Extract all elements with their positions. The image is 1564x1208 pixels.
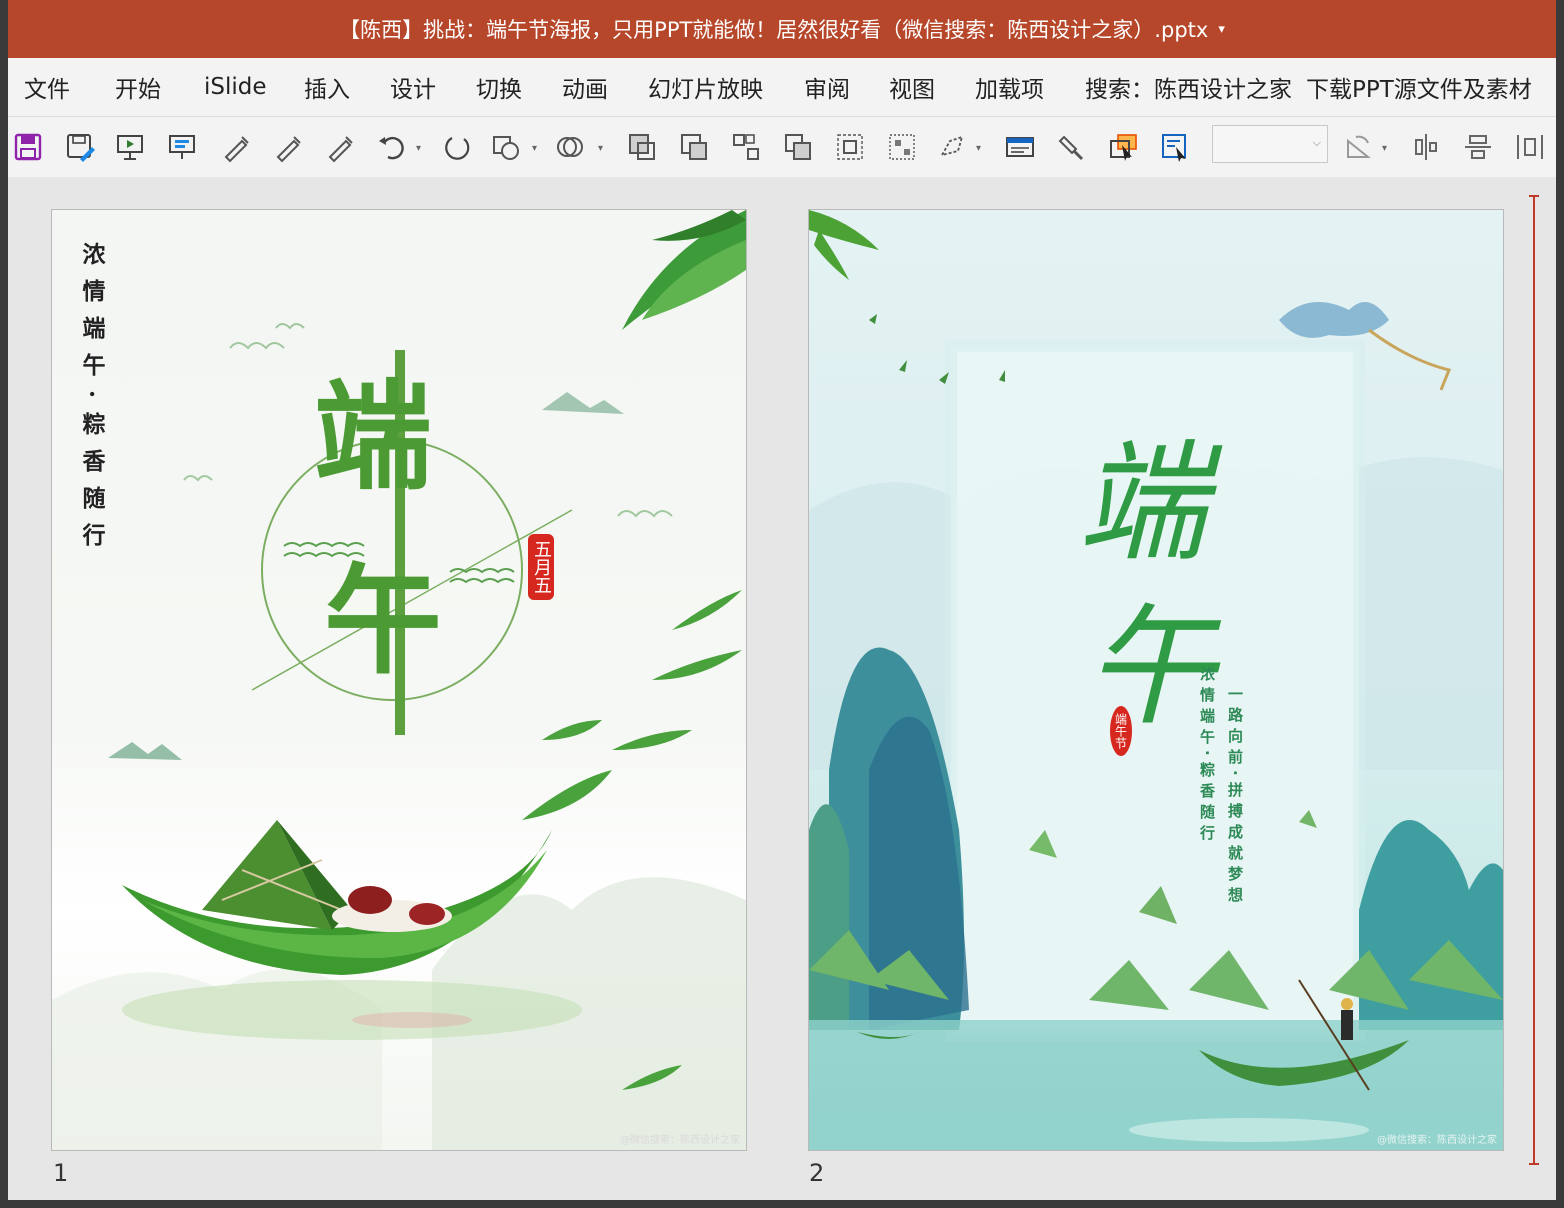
shape-dropdown-icon[interactable]: ▾ xyxy=(532,143,537,154)
undo-dropdown-icon[interactable]: ▾ xyxy=(416,143,421,154)
save-as-icon[interactable] xyxy=(64,131,96,163)
slide-number-2: 2 xyxy=(809,1159,825,1187)
textbox-icon[interactable] xyxy=(1004,131,1036,163)
eraser-icon[interactable] xyxy=(324,131,356,163)
slide-1-seal: 五月五 xyxy=(528,534,554,600)
tab-islide[interactable]: iSlide xyxy=(204,74,267,100)
title-bar[interactable]: 【陈西】挑战：端午节海报，只用PPT就能做！居然很好看（微信搜索：陈西设计之家）… xyxy=(8,0,1556,58)
rotate-icon[interactable] xyxy=(1342,131,1374,163)
ribbon-tabs: 文件 开始 iSlide 插入 设计 切换 动画 幻灯片放映 审阅 视图 加载项… xyxy=(8,58,1556,116)
selection-pane-icon[interactable] xyxy=(1160,131,1192,163)
slide-2-poem-line-2: 一路向前·拼搏成就梦想 xyxy=(1226,686,1244,908)
slide-1-watermark: @微信搜索：陈西设计之家 xyxy=(620,1135,740,1146)
redo-icon[interactable] xyxy=(442,131,474,163)
distribute-h-icon[interactable] xyxy=(1514,131,1546,163)
merge-shapes-icon[interactable] xyxy=(554,131,586,163)
save-icon[interactable] xyxy=(12,131,44,163)
slide-sorter: 浓情端午·粽香随行 端 午 五月五 @微信搜索：陈西设计之家 1 端 午 端午节… xyxy=(8,177,1556,1200)
slide-number-1: 1 xyxy=(53,1159,69,1187)
align-center-icon[interactable] xyxy=(1410,131,1442,163)
tab-animations[interactable]: 动画 xyxy=(562,70,608,104)
tab-search-promo[interactable]: 搜索：陈西设计之家 xyxy=(1085,70,1292,104)
slide-1-title-wu: 午 xyxy=(324,551,443,690)
present-icon[interactable] xyxy=(114,131,146,163)
crop-dropdown-icon[interactable]: ▾ xyxy=(976,143,981,154)
tab-design[interactable]: 设计 xyxy=(390,70,436,104)
highlighter-icon[interactable] xyxy=(272,131,304,163)
document-title: 【陈西】挑战：端午节海报，只用PPT就能做！居然很好看（微信搜索：陈西设计之家）… xyxy=(339,18,1209,42)
slide-2-poem-line-1: 浓情端午·粽香随行 xyxy=(1198,666,1216,846)
select-icon[interactable] xyxy=(1108,131,1140,163)
merge-dropdown-icon[interactable]: ▾ xyxy=(598,143,603,154)
slide-thumbnail-1[interactable]: 浓情端午·粽香随行 端 午 五月五 @微信搜索：陈西设计之家 xyxy=(51,209,747,1151)
slide-2-watermark: @微信搜索：陈西设计之家 xyxy=(1377,1135,1497,1146)
slide-1-title-duan: 端 xyxy=(314,367,433,506)
slide-2-title-wu: 午 xyxy=(1085,591,1216,743)
bring-forward-icon[interactable] xyxy=(626,131,658,163)
slide-thumbnail-2[interactable]: 端 午 端午节 浓情端午·粽香随行 一路向前·拼搏成就梦想 @微信搜索：陈西设计… xyxy=(808,209,1504,1151)
format-painter-icon[interactable] xyxy=(1056,131,1088,163)
tab-addins[interactable]: 加载项 xyxy=(975,70,1044,104)
slide-2-seal: 端午节 xyxy=(1110,706,1132,756)
chevron-down-icon[interactable]: ⌵ xyxy=(1313,136,1321,150)
tab-insert[interactable]: 插入 xyxy=(304,70,350,104)
shape-icon[interactable] xyxy=(490,131,522,163)
send-backward-icon[interactable] xyxy=(678,131,710,163)
crop-icon[interactable] xyxy=(936,131,968,163)
align-icon[interactable] xyxy=(834,131,866,163)
tab-view[interactable]: 视图 xyxy=(889,70,935,104)
pen-icon[interactable] xyxy=(220,131,252,163)
group-icon[interactable] xyxy=(730,131,762,163)
slide-2-title-duan: 端 xyxy=(1077,427,1208,579)
tab-transitions[interactable]: 切换 xyxy=(476,70,522,104)
tab-home[interactable]: 开始 xyxy=(115,70,161,104)
vertical-scrollbar[interactable] xyxy=(1529,195,1539,1165)
tab-file[interactable]: 文件 xyxy=(24,70,70,104)
ungroup-icon[interactable] xyxy=(782,131,814,163)
undo-icon[interactable] xyxy=(376,131,408,163)
title-dropdown-icon[interactable]: ▾ xyxy=(1218,22,1225,37)
rotate-dropdown-icon[interactable]: ▾ xyxy=(1382,143,1387,154)
tab-download-promo[interactable]: 下载PPT源文件及素材 xyxy=(1306,70,1532,104)
tab-review[interactable]: 审阅 xyxy=(804,70,850,104)
style-combo[interactable]: ⌵ xyxy=(1212,125,1328,163)
distribute-icon[interactable] xyxy=(886,131,918,163)
slide-1-vertical-slogan: 浓情端午·粽香随行 xyxy=(78,242,105,561)
tab-slideshow[interactable]: 幻灯片放映 xyxy=(648,70,763,104)
align-middle-icon[interactable] xyxy=(1462,131,1494,163)
quick-toolbar: ▾ ▾ ▾ ▾ ⌵ ▾ xyxy=(8,116,1556,178)
present-from-current-icon[interactable] xyxy=(166,131,198,163)
